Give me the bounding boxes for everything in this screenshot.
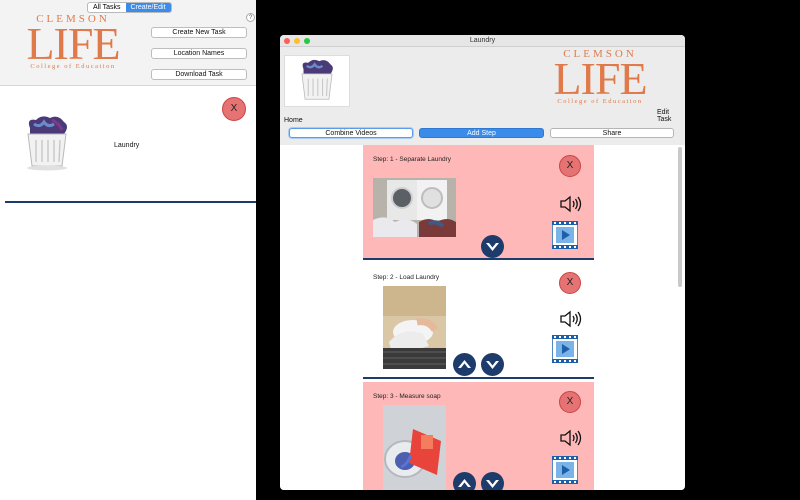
step-title: Step: 3 - Measure soap bbox=[373, 393, 441, 400]
chevron-up-icon bbox=[458, 479, 471, 487]
step-card[interactable]: Step: 1 - Separate Laundry X bbox=[363, 145, 594, 260]
minimize-window-icon[interactable] bbox=[294, 38, 300, 44]
clemson-life-logo: CLEMSON LIFE College of Education bbox=[16, 14, 130, 71]
chevron-down-icon bbox=[486, 361, 499, 369]
move-step-down-button[interactable] bbox=[481, 472, 504, 490]
window-title: Laundry bbox=[469, 37, 496, 44]
add-step-button[interactable]: Add Step bbox=[419, 128, 544, 138]
download-task-button[interactable]: Download Task bbox=[151, 69, 247, 80]
help-button[interactable]: ? bbox=[246, 13, 255, 22]
chevron-down-icon bbox=[486, 480, 499, 488]
audio-speaker-icon[interactable] bbox=[559, 309, 583, 329]
move-step-up-button[interactable] bbox=[453, 353, 476, 376]
view-segmented-control: All Tasks Create/Edit bbox=[87, 2, 172, 13]
vertical-scrollbar[interactable] bbox=[678, 147, 682, 287]
delete-step-button[interactable]: X bbox=[559, 391, 581, 413]
edit-task-label[interactable]: Edit Task bbox=[657, 109, 685, 123]
delete-step-button[interactable]: X bbox=[559, 155, 581, 177]
step-photo-load-laundry[interactable] bbox=[383, 286, 446, 369]
step-divider bbox=[363, 258, 594, 260]
step-title: Step: 2 - Load Laundry bbox=[373, 274, 440, 281]
load-laundry-image bbox=[383, 286, 446, 369]
step-title: Step: 1 - Separate Laundry bbox=[373, 156, 452, 163]
task-editor-window: Laundry CLEMSON LIFE College of Educatio… bbox=[280, 35, 685, 490]
delete-step-button[interactable]: X bbox=[559, 272, 581, 294]
task-row-divider bbox=[5, 201, 256, 203]
play-video-icon[interactable] bbox=[552, 335, 578, 363]
step-photo-washer-dryer[interactable] bbox=[373, 178, 456, 237]
washer-dryer-image bbox=[373, 178, 456, 237]
logo-college-text: College of Education bbox=[557, 98, 643, 105]
close-window-icon[interactable] bbox=[284, 38, 290, 44]
logo-life-text: LIFE bbox=[26, 18, 120, 69]
laundry-basket-icon bbox=[27, 116, 67, 171]
audio-speaker-icon[interactable] bbox=[559, 428, 583, 448]
measure-soap-image bbox=[383, 405, 446, 490]
combine-videos-button[interactable]: Combine Videos bbox=[289, 128, 413, 138]
play-video-icon[interactable] bbox=[552, 456, 578, 484]
task-thumbnail[interactable] bbox=[284, 55, 350, 107]
task-list-window: All Tasks Create/Edit ? CLEMSON LIFE Col… bbox=[0, 0, 256, 500]
move-step-down-button[interactable] bbox=[481, 353, 504, 376]
step-photo-measure-soap[interactable] bbox=[383, 405, 446, 490]
location-names-button[interactable]: Location Names bbox=[151, 48, 247, 59]
step-card[interactable]: Step: 3 - Measure soap X bbox=[363, 382, 594, 490]
home-link[interactable]: Home bbox=[284, 117, 303, 124]
left-header: All Tasks Create/Edit ? CLEMSON LIFE Col… bbox=[0, 0, 256, 86]
window-titlebar: Laundry bbox=[280, 35, 685, 47]
tab-all-tasks[interactable]: All Tasks bbox=[88, 3, 126, 12]
chevron-up-icon bbox=[458, 360, 471, 368]
laundry-basket-icon bbox=[301, 59, 333, 100]
task-name-label: Laundry bbox=[114, 142, 140, 149]
logo-college-text: College of Education bbox=[30, 63, 116, 70]
step-divider bbox=[363, 377, 594, 379]
move-step-up-button[interactable] bbox=[453, 472, 476, 490]
delete-task-button[interactable]: X bbox=[222, 97, 246, 121]
screen: All Tasks Create/Edit ? CLEMSON LIFE Col… bbox=[0, 0, 800, 500]
task-row[interactable]: Laundry X bbox=[0, 90, 256, 202]
chevron-down-icon bbox=[486, 243, 499, 251]
move-step-down-button[interactable] bbox=[481, 235, 504, 258]
tab-create-edit[interactable]: Create/Edit bbox=[125, 3, 171, 12]
create-new-task-button[interactable]: Create New Task bbox=[151, 27, 247, 38]
logo-life-text: LIFE bbox=[553, 53, 647, 104]
share-button[interactable]: Share bbox=[550, 128, 674, 138]
audio-speaker-icon[interactable] bbox=[559, 194, 583, 214]
play-video-icon[interactable] bbox=[552, 221, 578, 249]
zoom-window-icon[interactable] bbox=[304, 38, 310, 44]
steps-scroll-area[interactable]: Step: 1 - Separate Laundry X Step: 2 - L… bbox=[280, 145, 685, 490]
clemson-life-logo: CLEMSON LIFE College of Education bbox=[546, 49, 654, 106]
step-card[interactable]: Step: 2 - Load Laundry X bbox=[363, 263, 594, 379]
